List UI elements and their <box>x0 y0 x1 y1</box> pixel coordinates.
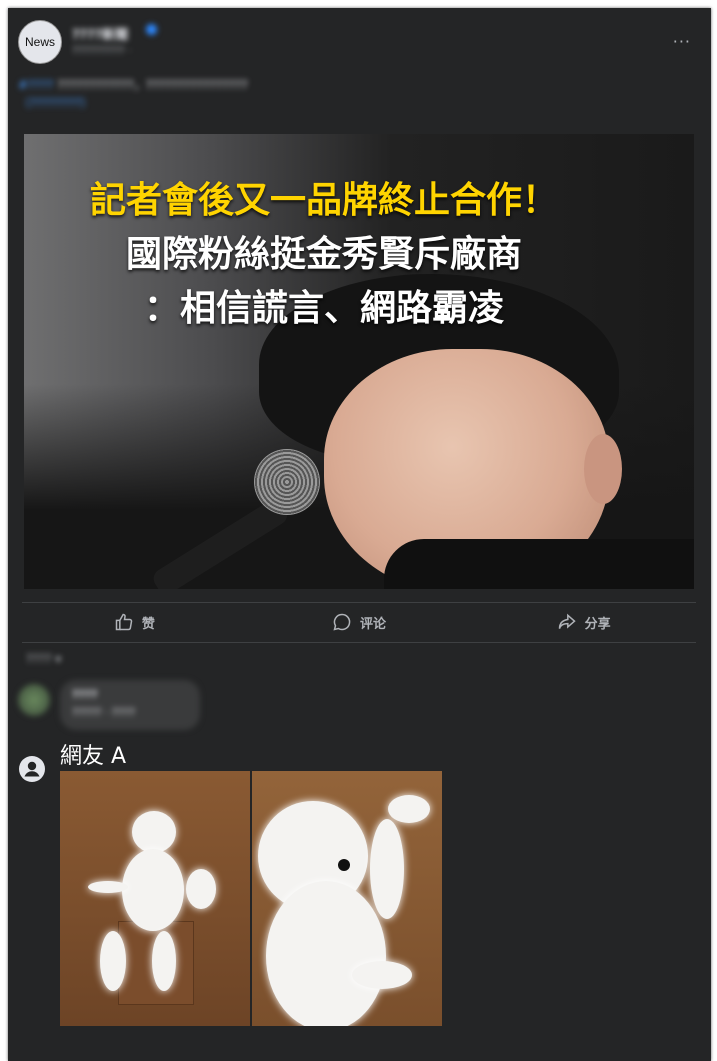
share-button[interactable]: 分享 <box>471 604 696 640</box>
verified-badge-icon <box>146 24 157 35</box>
microphone-icon <box>254 449 320 515</box>
post-header: News ????新聞 ????????? · ··· <box>18 20 701 72</box>
headline-line-3: ：相信謊言、網路霸凌 <box>143 288 504 329</box>
meme-panel-right <box>252 771 442 1026</box>
divider <box>22 642 696 643</box>
meme-fur-tail <box>186 869 216 909</box>
post-image[interactable]: 記者會後又一品牌終止合作！ 國際粉絲挺金秀賢斥廠商 ：相信謊言、網路霸凌 <box>24 134 694 589</box>
caption-hashtag[interactable]: #???? <box>18 78 54 92</box>
meme-fur-raised-arm <box>370 819 404 919</box>
comment-label: 评论 <box>360 616 387 632</box>
image-headline: 記者會後又一品牌終止合作！ 國際粉絲挺金秀賢斥廠商 ：相信謊言、網路霸凌 <box>24 174 624 336</box>
headline-line-1: 記者會後又一品牌終止合作！ <box>89 180 558 221</box>
comment-button[interactable]: 评论 <box>247 604 472 640</box>
comment-author[interactable]: ???? <box>72 688 98 701</box>
meme-commenter-name[interactable]: 網友 A <box>60 738 126 770</box>
commenter-avatar[interactable] <box>18 684 50 716</box>
share-label: 分享 <box>584 616 611 632</box>
meme-fur-head <box>132 811 176 853</box>
share-icon <box>558 613 576 629</box>
meme-fur-lower-hand <box>352 961 412 989</box>
page-avatar[interactable]: News <box>18 20 62 64</box>
comment-icon <box>333 613 351 631</box>
meme-fur-body <box>266 881 386 1026</box>
post-card: News ????新聞 ????????? · ··· #???? ??????… <box>8 8 711 1061</box>
more-options-icon[interactable]: ··· <box>673 32 691 51</box>
meme-fur-body <box>122 849 184 931</box>
avatar-label: News <box>24 35 55 49</box>
comment-text: ????? · ???? <box>72 706 136 719</box>
meme-fur-leg <box>100 931 126 991</box>
meme-eye <box>338 859 350 871</box>
comment-sort-dropdown[interactable]: ???? ▾ <box>26 652 61 666</box>
meme-fur-arm <box>88 881 128 893</box>
post-meta[interactable]: ????????? · <box>72 44 132 57</box>
divider <box>22 602 696 603</box>
like-button[interactable]: 赞 <box>22 604 247 640</box>
meme-image[interactable] <box>60 771 442 1026</box>
sort-label: ???? <box>26 652 52 666</box>
photo-shirt <box>384 539 694 589</box>
comment-bubble: ???? ????? · ???? <box>60 680 200 730</box>
caption-text: ????????????，???????????????? <box>57 78 248 92</box>
thumbs-up-icon <box>115 613 133 631</box>
user-icon <box>19 756 45 782</box>
meme-panel-left <box>60 771 250 1026</box>
meme-fur-hand <box>388 795 430 823</box>
headline-line-2: 國際粉絲挺金秀賢斥廠商 <box>125 234 522 275</box>
page-name[interactable]: ????新聞 <box>72 24 128 43</box>
meme-fur-leg <box>152 931 176 991</box>
caption-link[interactable]: （????????） <box>18 96 93 110</box>
post-actions: 赞 评论 分享 <box>22 604 696 640</box>
post-caption: #???? ????????????，???????????????? （???… <box>18 76 658 112</box>
photo-ear <box>584 434 622 504</box>
like-label: 赞 <box>141 616 155 632</box>
